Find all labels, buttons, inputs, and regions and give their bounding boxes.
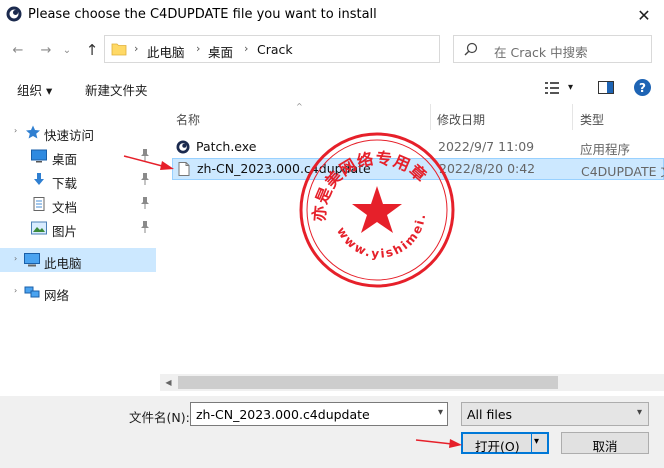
star-icon bbox=[26, 125, 40, 139]
sidebar-item-label: 图片 bbox=[52, 224, 78, 239]
open-button-label: 打开(O) bbox=[475, 439, 520, 454]
sidebar-item-label: 下载 bbox=[52, 176, 78, 191]
chevron-down-icon: ⌄ bbox=[62, 44, 72, 56]
breadcrumb-separator: › bbox=[134, 42, 139, 55]
scrollbar-thumb[interactable] bbox=[178, 376, 558, 389]
column-separator[interactable] bbox=[430, 104, 431, 130]
dialog-footer: 文件名(N): zh-CN_2023.000.c4dupdate ▾ All f… bbox=[0, 396, 664, 468]
column-header-type[interactable]: 类型 bbox=[580, 104, 604, 130]
pin-icon[interactable] bbox=[140, 173, 150, 185]
file-type: 应用程序 bbox=[580, 142, 631, 157]
window-title: Please choose the C4DUPDATE file you wan… bbox=[28, 7, 377, 22]
chevron-down-icon: ▾ bbox=[636, 407, 642, 418]
up-arrow-icon: ↑ bbox=[85, 41, 99, 59]
sidebar-item-quick-access[interactable]: › 快速访问 bbox=[0, 120, 156, 144]
address-bar[interactable]: › 此电脑 › 桌面 › Crack ⌄ ↻ bbox=[104, 35, 532, 63]
computer-icon bbox=[24, 253, 40, 267]
horizontal-scrollbar[interactable]: ◀ bbox=[160, 374, 664, 391]
sidebar-item-label: 网络 bbox=[44, 288, 70, 303]
filetype-select[interactable]: All files ▾ bbox=[461, 402, 649, 426]
breadcrumb-crack[interactable]: Crack bbox=[257, 42, 293, 57]
documents-icon bbox=[33, 197, 45, 211]
network-icon bbox=[24, 286, 40, 298]
preview-pane-icon[interactable] bbox=[598, 81, 614, 94]
filename-value: zh-CN_2023.000.c4dupdate bbox=[196, 407, 370, 422]
chevron-right-icon[interactable]: › bbox=[14, 126, 17, 135]
breadcrumb-desktop[interactable]: 桌面 bbox=[208, 42, 233, 61]
close-icon: ✕ bbox=[637, 5, 651, 25]
sidebar-item-label: 文档 bbox=[52, 200, 78, 215]
filename-label: 文件名(N): bbox=[129, 410, 190, 425]
watermark-seal: 亦是美网络专用章 www.yishimei.cn bbox=[297, 130, 455, 288]
pictures-icon bbox=[31, 221, 47, 235]
download-icon bbox=[34, 173, 44, 185]
pin-icon[interactable] bbox=[140, 197, 150, 209]
view-list-icon[interactable] bbox=[545, 82, 559, 94]
back-button[interactable]: ← bbox=[8, 40, 28, 60]
up-button[interactable]: ↑ bbox=[82, 40, 102, 60]
new-folder-button[interactable]: 新建文件夹 bbox=[85, 80, 148, 99]
scroll-left-icon[interactable]: ◀ bbox=[160, 374, 177, 391]
split-divider bbox=[531, 434, 532, 452]
help-glyph: ? bbox=[639, 80, 646, 95]
search-placeholder: 在 Crack 中搜索 bbox=[494, 45, 588, 60]
search-icon bbox=[464, 42, 478, 56]
cinema4d-app-icon bbox=[6, 6, 22, 22]
breadcrumb-separator: › bbox=[244, 42, 249, 55]
back-arrow-icon: ← bbox=[12, 42, 24, 58]
column-header-modified[interactable]: 修改日期 bbox=[437, 104, 485, 130]
pin-icon[interactable] bbox=[140, 221, 150, 233]
annotation-arrow-open bbox=[415, 439, 462, 448]
filetype-value: All files bbox=[467, 407, 513, 422]
cancel-button-label: 取消 bbox=[592, 439, 618, 454]
search-box[interactable]: 在 Crack 中搜索 bbox=[453, 35, 652, 63]
annotation-arrow-file bbox=[123, 155, 174, 170]
navigation-pane: › 快速访问 桌面 下载 文档 图片 › 此电脑 › 网络 bbox=[0, 104, 156, 396]
cancel-button[interactable]: 取消 bbox=[561, 432, 649, 454]
sidebar-item-label: 快速访问 bbox=[44, 128, 95, 143]
column-separator[interactable] bbox=[572, 104, 573, 130]
sidebar-item-this-pc[interactable]: › 此电脑 bbox=[0, 248, 156, 272]
title-bar: Please choose the C4DUPDATE file you wan… bbox=[0, 0, 664, 30]
open-button[interactable]: 打开(O) ▾ bbox=[461, 432, 549, 454]
help-icon[interactable]: ? bbox=[634, 79, 651, 96]
breadcrumb-separator: › bbox=[196, 42, 201, 55]
close-button[interactable]: ✕ bbox=[624, 0, 664, 30]
forward-button[interactable]: → bbox=[36, 40, 56, 60]
toolbar: 组织 ▾ 新建文件夹 ▾ ? bbox=[0, 74, 664, 102]
forward-arrow-icon: → bbox=[40, 42, 52, 58]
recent-locations-button[interactable]: ⌄ bbox=[60, 40, 74, 60]
open-options-dropdown[interactable]: ▾ bbox=[534, 436, 539, 447]
view-dropdown[interactable]: ▾ bbox=[568, 82, 573, 93]
column-header-name[interactable]: 名称 bbox=[176, 104, 200, 130]
breadcrumb-this-pc[interactable]: 此电脑 bbox=[147, 42, 185, 61]
sort-ascending-icon: ^ bbox=[296, 102, 303, 111]
sidebar-item-pictures[interactable]: 图片 bbox=[0, 216, 156, 240]
folder-icon bbox=[111, 43, 127, 56]
sidebar-item-label: 桌面 bbox=[52, 152, 78, 167]
file-type: C4DUPDATE 文 bbox=[581, 164, 664, 179]
sidebar-item-label: 此电脑 bbox=[44, 256, 82, 271]
chevron-down-icon[interactable]: ▾ bbox=[438, 407, 443, 418]
organize-menu[interactable]: 组织 ▾ bbox=[17, 80, 52, 99]
file-name: Patch.exe bbox=[196, 139, 257, 154]
filename-input[interactable]: zh-CN_2023.000.c4dupdate ▾ bbox=[190, 402, 448, 426]
sidebar-item-documents[interactable]: 文档 bbox=[0, 192, 156, 216]
chevron-right-icon[interactable]: › bbox=[14, 286, 17, 295]
sidebar-item-network[interactable]: › 网络 bbox=[0, 280, 156, 304]
chevron-right-icon[interactable]: › bbox=[14, 254, 17, 263]
desktop-icon bbox=[31, 149, 47, 163]
